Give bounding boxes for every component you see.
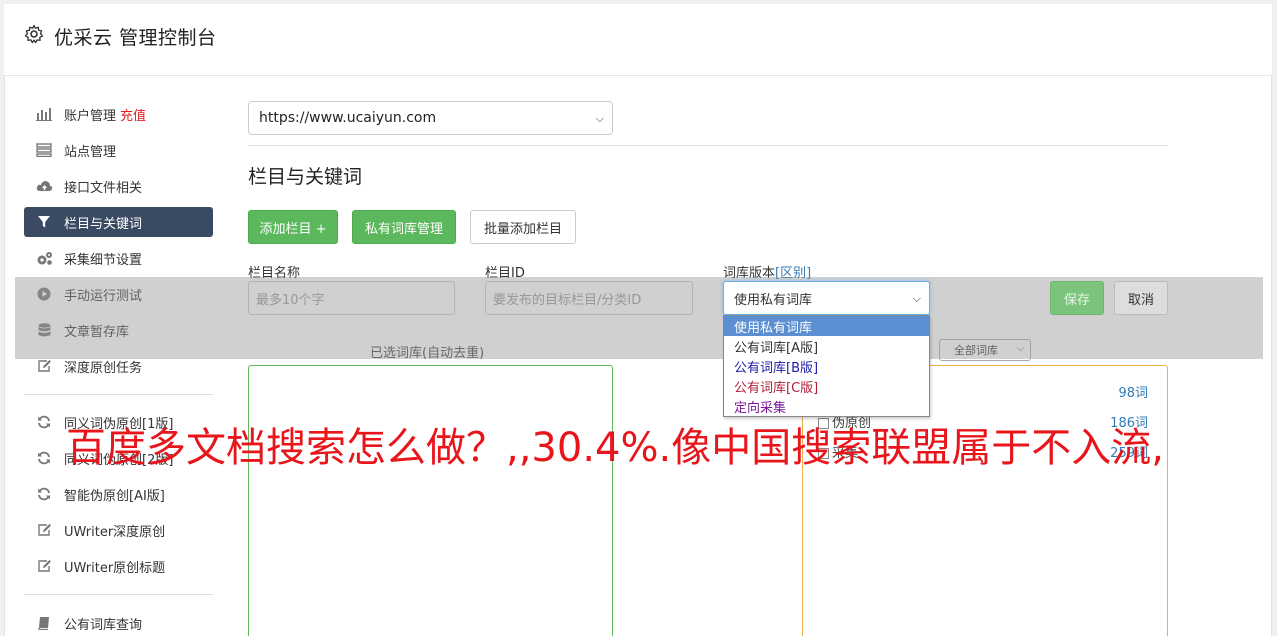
dropdown-option[interactable]: 使用私有词库 — [724, 316, 929, 336]
dropdown-option[interactable]: 定向采集 — [724, 396, 929, 416]
sidebar-item-public-lib[interactable]: 公有词库查询 — [24, 608, 213, 636]
book-icon — [35, 615, 53, 631]
sidebar-item-uwriter-deep[interactable]: UWriter深度原创 — [24, 515, 213, 545]
selected-lib-box[interactable] — [248, 365, 613, 636]
sidebar-item-manual-run[interactable]: 手动运行测试 — [24, 279, 213, 309]
difference-link[interactable]: [区别] — [775, 266, 811, 281]
private-lib-button[interactable]: 私有词库管理 — [352, 210, 456, 244]
sidebar-item-columns[interactable]: 栏目与关键词 — [24, 207, 213, 237]
sidebar-item-label: 账户管理 — [64, 108, 117, 124]
selected-lib-label: 已选词库(自动去重) — [370, 346, 485, 361]
sidebar-item-label: UWriter深度原创 — [64, 524, 166, 540]
header: 优采云 管理控制台 — [4, 4, 1272, 76]
sidebar-item-sites[interactable]: 站点管理 — [24, 135, 213, 165]
sidebar-item-collect-settings[interactable]: 采集细节设置 — [24, 243, 213, 273]
column-id-label: 栏目ID — [485, 266, 525, 281]
sidebar-item-label: 智能伪原创[AI版] — [64, 488, 165, 504]
site-select-value: https://www.ucaiyun.com — [259, 110, 437, 126]
lib-row-count: 98词 — [1118, 386, 1148, 401]
sidebar-item-account[interactable]: 账户管理 充值 — [24, 99, 213, 129]
play-circle-icon — [35, 286, 53, 302]
lib-version-dropdown: 使用私有词库 公有词库[A版] 公有词库[B版] 公有词库[C版] 定向采集 — [723, 315, 930, 417]
bar-chart-icon — [35, 106, 53, 122]
lib-version-select[interactable]: 使用私有词库 ⌵ — [723, 281, 930, 315]
dropdown-option[interactable]: 公有词库[B版] — [724, 356, 929, 376]
edit-icon — [35, 522, 53, 538]
chevron-down-icon: ⌵ — [1017, 344, 1024, 354]
lib-version-value: 使用私有词库 — [734, 292, 813, 308]
sidebar-divider — [24, 594, 213, 595]
sidebar-item-label: 公有词库查询 — [64, 617, 143, 633]
sidebar-item-interface[interactable]: 接口文件相关 — [24, 171, 213, 201]
cancel-button[interactable]: 取消 — [1114, 281, 1168, 315]
all-lib-select[interactable]: 全部词库 ⌵ — [939, 339, 1031, 361]
watermark-text: 百度多文档搜索怎么做？,,30.4%.像中国搜索联盟属于不入流, — [66, 425, 1164, 471]
database-icon — [35, 322, 53, 338]
sidebar-item-ai-rewrite[interactable]: 智能伪原创[AI版] — [24, 479, 213, 509]
sidebar-item-label: UWriter原创标题 — [64, 560, 166, 576]
column-name-input[interactable]: 最多10个字 — [248, 281, 455, 315]
sidebar-item-label: 采集细节设置 — [64, 252, 143, 268]
filter-icon — [35, 214, 53, 230]
column-name-label: 栏目名称 — [248, 266, 301, 281]
lib-version-label-text: 词库版本 — [723, 266, 776, 281]
server-icon — [35, 142, 53, 158]
refresh-icon — [35, 450, 53, 466]
edit-icon — [35, 558, 53, 574]
cogs-icon — [35, 250, 53, 266]
all-lib-select-value: 全部词库 — [954, 344, 998, 357]
batch-add-button[interactable]: 批量添加栏目 — [470, 210, 576, 244]
cloud-upload-icon — [35, 178, 53, 194]
page: 优采云 管理控制台 账户管理 充值 站点管理 接口文件相关 栏目与关键词 采集细… — [0, 0, 1277, 636]
edit-icon — [35, 358, 53, 374]
sidebar-divider — [24, 394, 213, 395]
sidebar-item-label: 接口文件相关 — [64, 180, 143, 196]
gear-icon — [24, 24, 44, 44]
dropdown-option[interactable]: 公有词库[C版] — [724, 376, 929, 396]
chevron-down-icon: ⌵ — [595, 112, 604, 125]
sidebar-item-label: 站点管理 — [64, 144, 117, 160]
sidebar-item-label: 文章暂存库 — [64, 324, 130, 340]
divider — [248, 145, 1168, 146]
column-id-input[interactable]: 要发布的目标栏目/分类ID — [485, 281, 693, 315]
refresh-icon — [35, 414, 53, 430]
page-title: 优采云 管理控制台 — [54, 27, 217, 49]
sidebar-item-article-store[interactable]: 文章暂存库 — [24, 315, 213, 345]
site-select[interactable]: https://www.ucaiyun.com ⌵ — [248, 101, 613, 135]
sidebar-item-uwriter-title[interactable]: UWriter原创标题 — [24, 551, 213, 581]
section-title: 栏目与关键词 — [248, 166, 363, 188]
refresh-icon — [35, 486, 53, 502]
recharge-link[interactable]: 充值 — [120, 105, 146, 124]
sidebar-item-label: 手动运行测试 — [64, 288, 143, 304]
sidebar-item-label: 栏目与关键词 — [64, 216, 143, 232]
save-button[interactable]: 保存 — [1050, 281, 1104, 315]
sidebar-item-deep-original[interactable]: 深度原创任务 — [24, 351, 213, 381]
chevron-down-icon: ⌵ — [912, 292, 921, 305]
add-column-button[interactable]: 添加栏目 + — [248, 210, 338, 244]
lib-version-label: 词库版本[区别] — [723, 262, 811, 281]
sidebar-item-label: 深度原创任务 — [64, 360, 143, 376]
dropdown-option[interactable]: 公有词库[A版] — [724, 336, 929, 356]
